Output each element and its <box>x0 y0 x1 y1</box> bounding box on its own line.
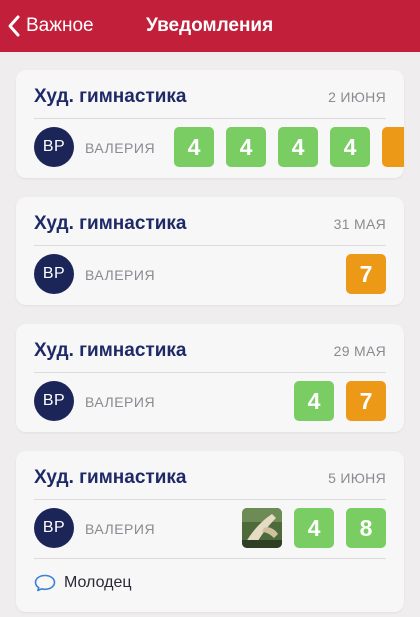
grades-row: 7 <box>346 254 386 294</box>
grade-badge[interactable]: 4 <box>330 127 370 167</box>
grades-row: 4 7 <box>294 381 386 421</box>
grades-row: 4 8 <box>242 508 386 548</box>
avatar: ВР <box>34 127 74 167</box>
avatar: ВР <box>34 254 74 294</box>
notification-card[interactable]: Худ. гимнастика 31 МАЯ ВР ВАЛЕРИЯ 7 <box>16 197 404 305</box>
grade-badge[interactable]: 7 <box>346 381 386 421</box>
comment-text: Молодец <box>64 574 132 591</box>
navigation-bar: Важное Уведомления <box>0 0 420 52</box>
subject-title: Худ. гимнастика <box>34 86 187 107</box>
divider <box>34 372 386 373</box>
author-name: ВАЛЕРИЯ <box>85 140 156 156</box>
grade-badge[interactable] <box>382 127 404 167</box>
author-name: ВАЛЕРИЯ <box>85 394 156 410</box>
author-name: ВАЛЕРИЯ <box>85 267 156 283</box>
notification-card[interactable]: Худ. гимнастика 2 ИЮНЯ ВР ВАЛЕРИЯ 4 4 4 … <box>16 70 404 178</box>
speech-bubble-icon <box>34 574 56 592</box>
notification-card[interactable]: Худ. гимнастика 5 ИЮНЯ ВР ВАЛЕРИЯ 4 8 Мо… <box>16 451 404 612</box>
grade-badge[interactable]: 4 <box>226 127 266 167</box>
subject-title: Худ. гимнастика <box>34 467 187 488</box>
grade-badge[interactable]: 4 <box>294 508 334 548</box>
notification-card[interactable]: Худ. гимнастика 29 МАЯ ВР ВАЛЕРИЯ 4 7 <box>16 324 404 432</box>
avatar: ВР <box>34 381 74 421</box>
subject-title: Худ. гимнастика <box>34 213 187 234</box>
teacher-comment[interactable]: Молодец <box>34 574 132 592</box>
photo-icon <box>242 508 282 548</box>
notification-date: 29 МАЯ <box>333 343 386 359</box>
divider <box>34 558 386 559</box>
notification-date: 31 МАЯ <box>333 216 386 232</box>
author-name: ВАЛЕРИЯ <box>85 521 156 537</box>
back-button[interactable]: Важное <box>6 12 94 40</box>
grade-badge[interactable]: 4 <box>174 127 214 167</box>
notification-date: 2 ИЮНЯ <box>328 89 386 105</box>
divider <box>34 499 386 500</box>
grades-row: 4 4 4 4 <box>174 127 404 167</box>
back-label: Важное <box>26 15 94 36</box>
grade-badge[interactable]: 4 <box>278 127 318 167</box>
photo-attachment-thumbnail[interactable] <box>242 508 282 548</box>
notification-date: 5 ИЮНЯ <box>328 470 386 486</box>
grade-badge[interactable]: 4 <box>294 381 334 421</box>
subject-title: Худ. гимнастика <box>34 340 187 361</box>
divider <box>34 245 386 246</box>
chevron-left-icon <box>8 15 20 37</box>
avatar: ВР <box>34 508 74 548</box>
grade-badge[interactable]: 8 <box>346 508 386 548</box>
page-title: Уведомления <box>146 15 274 36</box>
divider <box>34 118 386 119</box>
grade-badge[interactable]: 7 <box>346 254 386 294</box>
